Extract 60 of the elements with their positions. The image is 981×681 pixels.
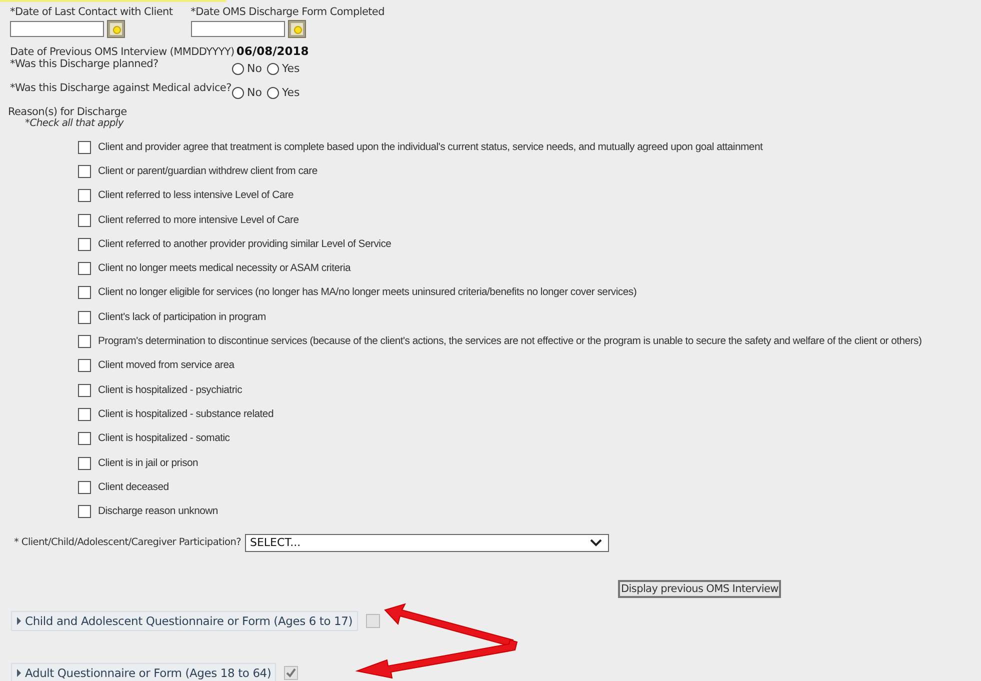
- checkbox-label: Client moved from service area: [98, 360, 234, 372]
- checkbox-label: Client no longer eligible for services (no longer has MA/no longer meets uninsured criteria/benefits no longer cover services): [98, 287, 637, 298]
- checkbox-label: Client is hospitalized - somatic: [98, 433, 230, 444]
- chevron-down-icon: [590, 538, 602, 547]
- option-label: Yes: [282, 86, 300, 99]
- checkbox-label: Client or parent/guardian withdrew client from care: [98, 166, 318, 177]
- checkbox[interactable]: [78, 140, 91, 154]
- option-label: Yes: [282, 62, 300, 75]
- checkbox[interactable]: [78, 310, 91, 324]
- option-label: No: [247, 86, 262, 99]
- question-label: *Was this Discharge against Medical advice?: [10, 82, 232, 94]
- radio-button[interactable]: [266, 62, 279, 74]
- checkbox-label: Client referred to more intensive Level of Care: [98, 214, 299, 226]
- select-dropdown[interactable]: SELECT...: [245, 534, 609, 552]
- checkbox-label: Program's determination to discontinue services (because of the client's actions, the services are not effective or the program is unable to secure the safety and welfare of the client or others): [98, 336, 922, 348]
- checkbox[interactable]: [78, 408, 91, 421]
- date-field[interactable]: [190, 21, 285, 37]
- checkbox-label: Client is hospitalized - psychiatric: [98, 384, 242, 396]
- checkbox[interactable]: [78, 262, 91, 276]
- date-field[interactable]: [10, 21, 104, 37]
- checkbox[interactable]: [78, 480, 91, 494]
- calendar-icon[interactable]: [288, 20, 306, 38]
- checkbox[interactable]: [78, 432, 91, 446]
- checkbox-label: Client and provider agree that treatment is complete based upon the individual's current status, service needs, and mutually agreed upon goal attainment: [98, 142, 763, 153]
- date-value: 06/08/2018: [236, 44, 309, 58]
- checkbox-label: Client's lack of participation in program: [98, 312, 266, 323]
- question-label: *Was this Discharge planned?: [10, 58, 160, 70]
- section-header[interactable]: Adult Questionnaire or Form (Ages 18 to 64): [11, 662, 276, 681]
- field-label: *Date OMS Discharge Form Completed: [190, 6, 384, 18]
- checkbox-label: Client referred to less intensive Level of Care: [98, 190, 294, 202]
- display-button[interactable]: Display previous OMS Interview: [618, 580, 782, 598]
- radio-button[interactable]: [266, 86, 279, 98]
- option-label: No: [247, 62, 262, 75]
- checkbox[interactable]: [78, 214, 91, 227]
- checkbox[interactable]: [78, 384, 91, 397]
- checkbox-label: Client is in jail or prison: [98, 458, 198, 468]
- section-label: Reason(s) for Discharge: [7, 106, 128, 118]
- field-label: *Date of Last Contact with Client: [10, 6, 173, 18]
- checkbox[interactable]: [284, 666, 298, 680]
- checkbox[interactable]: [78, 238, 91, 251]
- hint-text: *Check all that apply: [24, 118, 125, 129]
- checkbox-label: Discharge reason unknown: [98, 506, 218, 518]
- section-header[interactable]: Child and Adolescent Questionnaire or Form (Ages 6 to 17): [11, 610, 358, 631]
- checkbox-label: Client referred to another provider providing similar Level of Service: [98, 238, 392, 250]
- field-label: * Client/Child/Adolescent/Caregiver Participation?: [14, 537, 241, 548]
- checkbox[interactable]: [78, 335, 91, 348]
- checkbox[interactable]: [78, 505, 91, 518]
- radio-button[interactable]: [232, 62, 244, 74]
- radio-button[interactable]: [232, 86, 244, 98]
- checkbox[interactable]: [366, 614, 380, 628]
- checkbox[interactable]: [78, 359, 91, 372]
- checkbox[interactable]: [78, 164, 91, 178]
- calendar-icon[interactable]: [107, 20, 125, 38]
- checkbox[interactable]: [78, 456, 91, 470]
- checkbox-label: Client no longer meets medical necessity or ASAM criteria: [98, 263, 351, 274]
- checkbox[interactable]: [78, 286, 91, 300]
- field-label: Date of Previous OMS Interview (MMDDYYYY): [10, 46, 234, 58]
- checkbox[interactable]: [78, 189, 91, 202]
- checkbox-label: Client is hospitalized - substance related: [98, 408, 274, 420]
- checkbox-label: Client deceased: [98, 482, 169, 493]
